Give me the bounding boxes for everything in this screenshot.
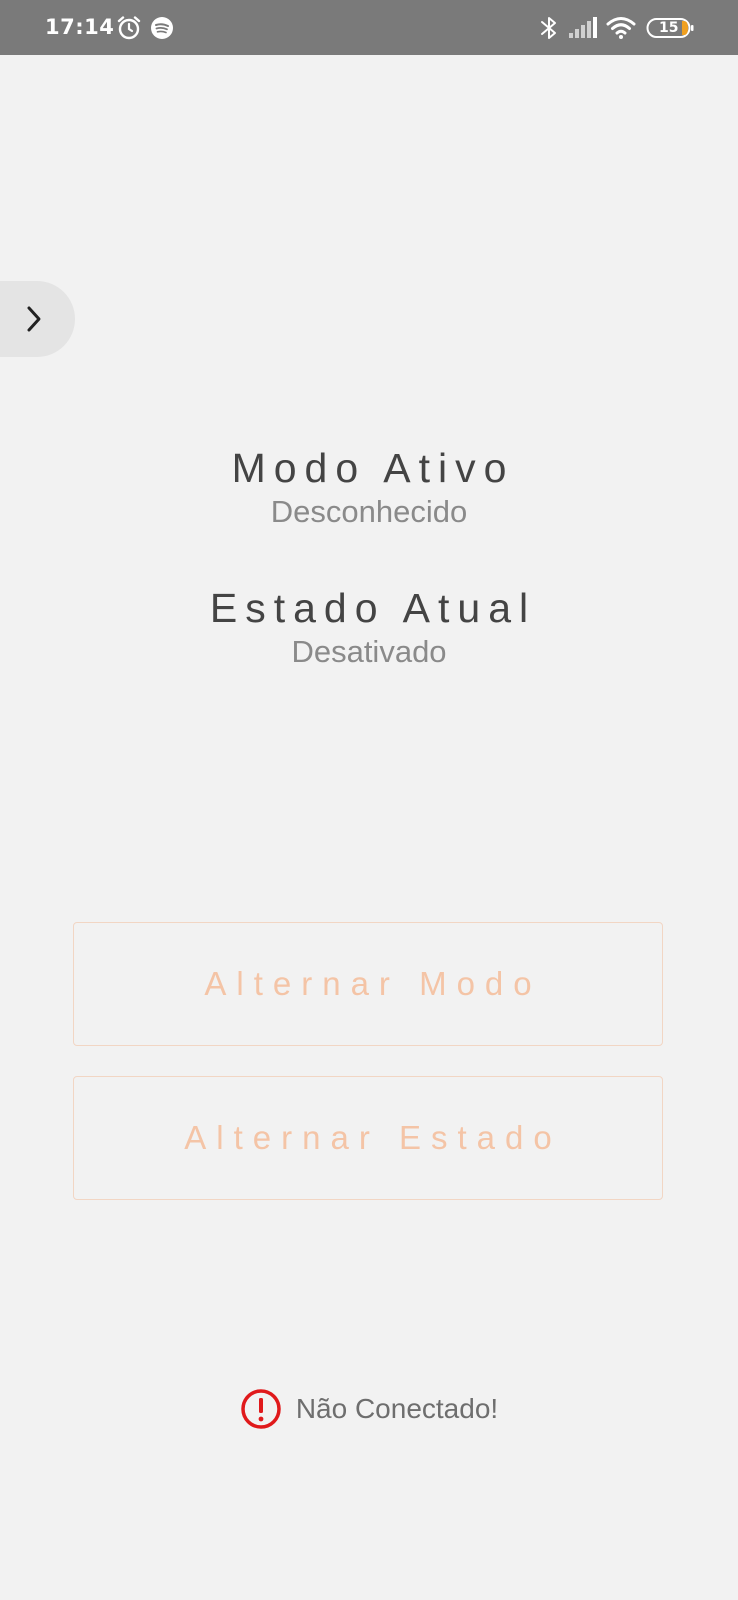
toggle-mode-label: Alternar Modo [204, 965, 542, 1002]
state-title: Estado Atual [209, 585, 537, 631]
alarm-icon [116, 0, 142, 55]
status-time: 17:14 [45, 15, 115, 39]
bluetooth-icon [538, 0, 560, 55]
mode-value: Desconhecido [270, 494, 468, 529]
state-value: Desativado [291, 634, 447, 669]
toggle-state-button[interactable]: Alternar Estado [73, 1076, 663, 1200]
spotify-icon [150, 0, 174, 55]
state-section: Estado Atual Desativado [0, 584, 738, 672]
toggle-mode-button[interactable]: Alternar Modo [73, 922, 663, 1046]
alert-circle-icon [241, 1389, 281, 1429]
drawer-toggle-button[interactable] [0, 281, 75, 357]
toggle-state-label: Alternar Estado [184, 1119, 562, 1156]
chevron-right-icon [27, 306, 40, 332]
connection-status-text: Não Conectado! [295, 1393, 499, 1424]
connection-status: Não Conectado! [0, 1388, 738, 1430]
mode-title: Modo Ativo [231, 445, 515, 491]
status-bar: 17:14 15 [0, 0, 738, 55]
battery-level: 15 [659, 19, 679, 36]
wifi-icon [606, 0, 636, 55]
signal-icon [568, 0, 598, 55]
mode-section: Modo Ativo Desconhecido [0, 444, 738, 532]
